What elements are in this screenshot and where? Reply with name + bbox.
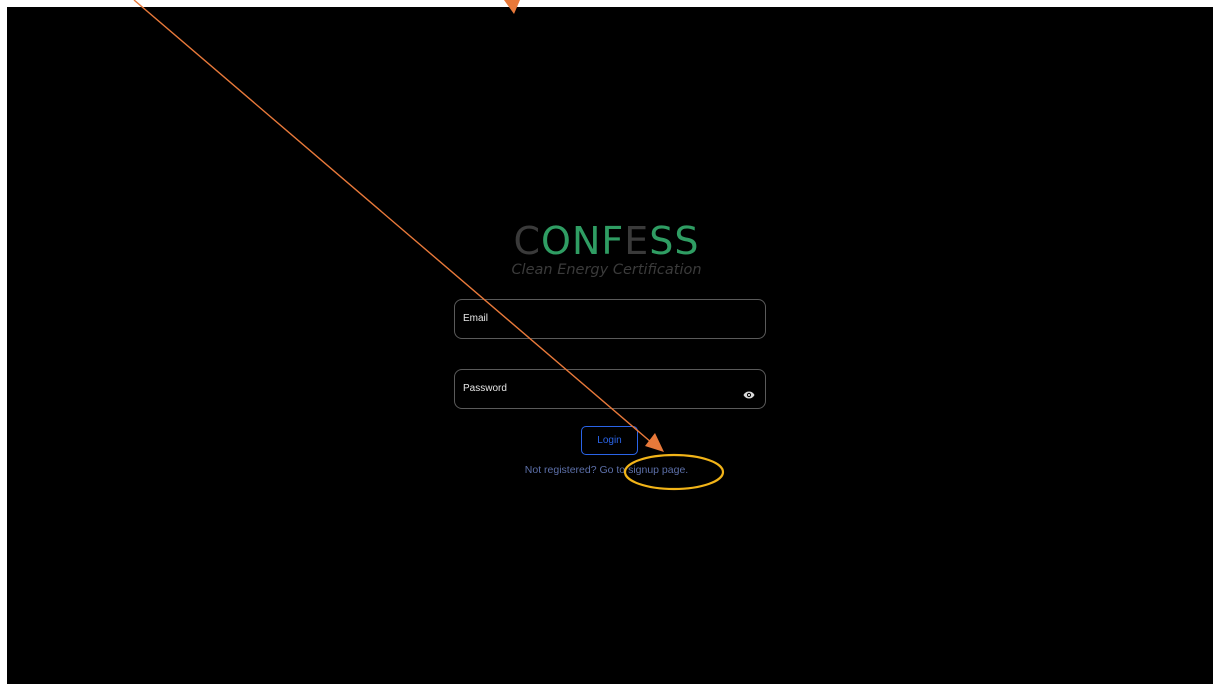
eye-icon[interactable] — [743, 389, 755, 401]
logo-letters-ss: SS — [649, 219, 700, 263]
signup-prompt: Not registered? Go to signup page. — [0, 464, 1213, 476]
email-label: Email — [463, 313, 489, 324]
app-screen — [7, 7, 1213, 684]
password-label: Password — [463, 383, 507, 394]
signup-prefix-text: Not registered? Go to — [524, 464, 629, 476]
logo-letter-c: C — [513, 219, 542, 263]
password-field[interactable]: Password — [454, 369, 766, 409]
app-logo: CONFESS — [0, 221, 1213, 261]
login-button[interactable]: Login — [581, 426, 638, 455]
logo-letters-onf: ONF — [541, 219, 625, 263]
logo-letter-e: E — [624, 219, 650, 263]
signup-link[interactable]: signup page. — [628, 464, 688, 476]
email-field[interactable]: Email — [454, 299, 766, 339]
app-tagline: Clean Energy Certification — [511, 262, 702, 278]
